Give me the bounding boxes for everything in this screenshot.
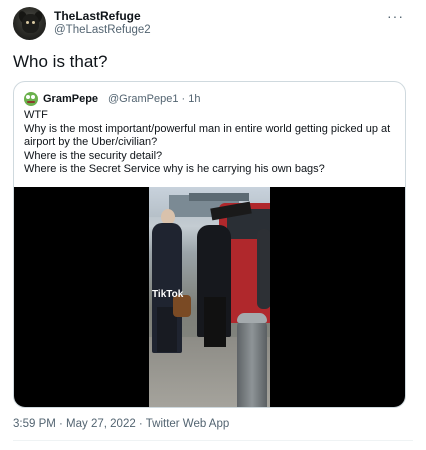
avatar-head <box>22 14 39 33</box>
author-handle[interactable]: @TheLastRefuge2 <box>54 24 151 36</box>
video-person-right <box>257 229 270 309</box>
author-avatar[interactable] <box>13 7 46 40</box>
video-person-center-legs <box>204 297 226 347</box>
author-display-name[interactable]: TheLastRefuge <box>54 9 141 23</box>
video-roof <box>189 193 249 201</box>
quoted-author-avatar <box>24 92 38 106</box>
avatar-eye-right <box>32 21 35 24</box>
quoted-text-line: Where is the security detail? <box>24 149 163 162</box>
video-frame[interactable]: TikTok <box>149 187 270 407</box>
video-bollard <box>237 315 267 407</box>
quoted-text-line: Where is the Secret Service why is he ca… <box>24 163 325 176</box>
more-horizontal-icon[interactable]: ··· <box>387 8 404 24</box>
divider <box>13 440 413 441</box>
quoted-text-line: Why is the most important/powerful man i… <box>24 122 391 135</box>
quoted-tweet-text: WTF Why is the most important/powerful m… <box>24 109 400 177</box>
quoted-author-meta: @GramPepe1 · 1h <box>108 93 201 105</box>
quoted-text-line: WTF <box>24 109 48 121</box>
tweet-timestamp[interactable]: 3:59 PM · May 27, 2022 · Twitter Web App <box>13 418 229 430</box>
video-player[interactable]: TikTok <box>14 187 405 407</box>
avatar-eye-left <box>26 21 29 24</box>
video-bollard-top <box>237 313 267 323</box>
tiktok-watermark: TikTok <box>152 289 184 300</box>
quoted-author-display-name: GramPepe <box>43 93 99 105</box>
tweet-text: Who is that? <box>13 52 108 71</box>
quoted-text-line: airport by the Uber/civilian? <box>24 136 158 149</box>
quoted-tweet[interactable]: GramPepe @GramPepe1 · 1h WTF Why is the … <box>13 81 406 408</box>
